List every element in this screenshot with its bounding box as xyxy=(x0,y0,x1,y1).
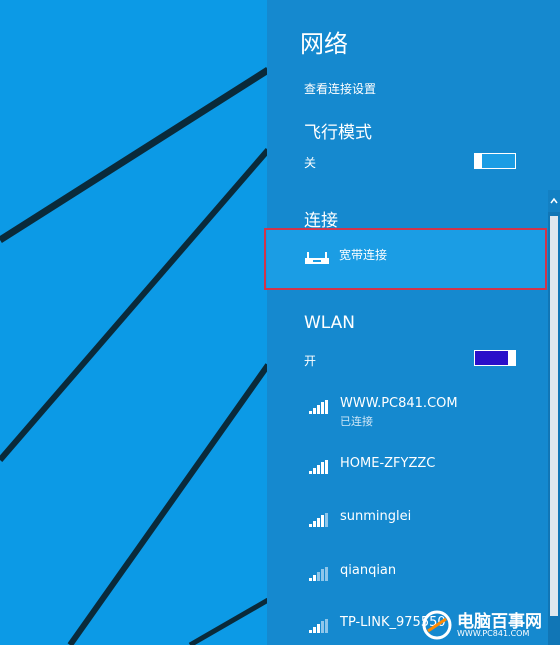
toggle-knob xyxy=(474,153,482,169)
panel-title: 网络 xyxy=(300,30,348,58)
broadband-label: 宽带连接 xyxy=(339,248,388,262)
watermark-logo-icon xyxy=(422,610,452,640)
wlan-heading: WLAN xyxy=(304,313,356,333)
desktop-wallpaper-lines xyxy=(0,67,268,645)
panel-scrollbar[interactable] xyxy=(548,190,560,645)
scroll-thumb[interactable] xyxy=(550,216,558,616)
wifi-signal-icon xyxy=(309,619,328,633)
airplane-mode-heading: 飞行模式 xyxy=(304,123,372,143)
airplane-mode-state: 关 xyxy=(304,156,317,170)
chevron-up-icon xyxy=(550,197,558,204)
toggle-knob xyxy=(508,350,516,366)
router-icon xyxy=(305,252,329,264)
airplane-mode-toggle[interactable] xyxy=(474,153,516,169)
view-connection-settings-link[interactable]: 查看连接设置 xyxy=(304,80,376,97)
wifi-signal-icon xyxy=(309,513,328,527)
watermark-url: WWW.PC841.COM xyxy=(457,629,530,638)
wifi-signal-icon xyxy=(309,567,328,581)
broadband-connection-item[interactable]: 宽带连接 xyxy=(264,228,547,290)
wifi-signal-icon xyxy=(309,400,328,414)
network-name: HOME-ZFYZZC xyxy=(340,456,436,471)
site-watermark: 电脑百事网 WWW.PC841.COM xyxy=(415,603,560,645)
wlan-toggle[interactable] xyxy=(474,350,516,366)
wifi-signal-icon xyxy=(309,460,328,474)
network-name: WWW.PC841.COM xyxy=(340,396,458,411)
wlan-state: 开 xyxy=(304,354,317,368)
desktop-background xyxy=(0,0,268,645)
scroll-up-button[interactable] xyxy=(548,190,560,212)
network-name: qianqian xyxy=(340,563,397,578)
network-status: 已连接 xyxy=(340,415,373,428)
network-panel: 网络 查看连接设置 飞行模式 关 连接 宽带连接 WLAN 开 WWW.PC84… xyxy=(264,0,560,645)
network-name: sunminglei xyxy=(340,509,412,524)
